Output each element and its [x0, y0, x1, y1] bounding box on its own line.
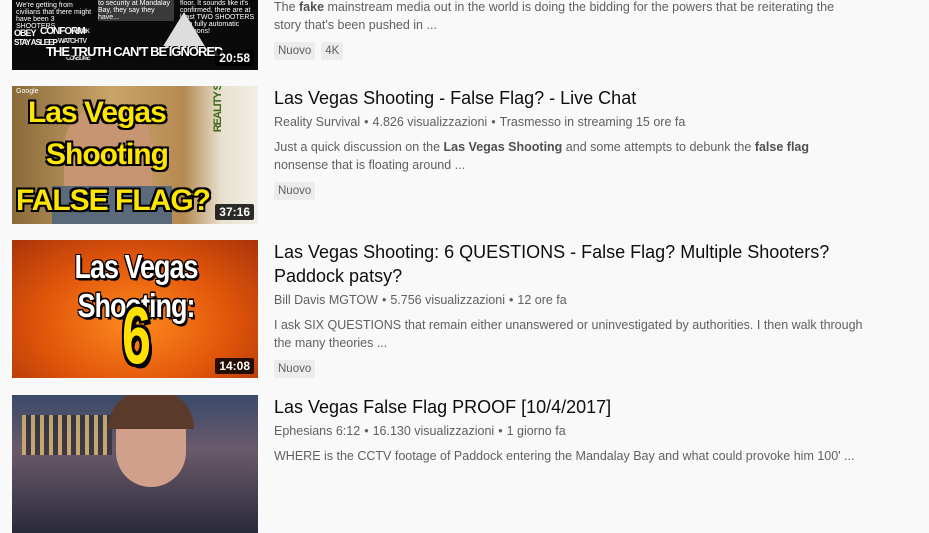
channel-name[interactable]: Ephesians 6:12	[274, 424, 360, 438]
description-text: WHERE is the CCTV footage of Paddock ent…	[274, 449, 855, 463]
video-info: Las Vegas Shooting - False Flag? - Live …	[274, 86, 874, 224]
description-text: The	[274, 0, 300, 14]
description-text: mainstream media out in the world is doi…	[274, 0, 835, 32]
separator-dot: •	[364, 115, 369, 129]
person-hair	[108, 395, 194, 429]
new-badge: Nuovo	[274, 182, 316, 200]
video-result[interactable]: Las Vegas Shooting: 6 QUESTIONS 14:08 La…	[12, 240, 912, 378]
thumbnail-title-line: Las Vegas	[28, 96, 167, 129]
video-thumbnail[interactable]: Las Vegas Shooting: 6 QUESTIONS 14:08	[12, 240, 258, 378]
upload-age: Trasmesso in streaming 15 ore fa	[499, 115, 686, 129]
description-text: I ask SIX QUESTIONS that remain either u…	[274, 318, 863, 350]
video-meta: Bill Davis MGTOW • 5.756 visualizzazioni • 1…	[274, 292, 874, 308]
highlighted-term: false flag	[754, 140, 809, 154]
video-title[interactable]: Las Vegas Shooting: 6 QUESTIONS - False …	[274, 240, 874, 288]
badge-row: Nuovo 4K	[274, 42, 874, 60]
video-thumbnail[interactable]: We're getting from civilians that there …	[12, 0, 258, 70]
building-lights	[22, 415, 112, 455]
triangle-logo	[162, 12, 206, 48]
video-title[interactable]: Las Vegas False Flag PROOF [10/4/2017]	[274, 395, 874, 419]
highlighted-term: Las Vegas Shooting	[443, 140, 563, 154]
video-result[interactable]: We're getting from civilians that there …	[12, 0, 912, 70]
video-description: Just a quick discussion on the Las Vegas…	[274, 138, 864, 174]
view-count: 16.130 visualizzazioni	[372, 424, 495, 438]
thumbnail-banner: THE TRUTH CAN'T BE IGNORED	[46, 44, 223, 59]
thumbnail-word: OBEY	[14, 28, 36, 38]
upload-age: 1 giorno fa	[506, 424, 566, 438]
video-info: Las Vegas False Flag PROOF [10/4/2017] E…	[274, 395, 874, 533]
badge-row: Nuovo	[274, 360, 874, 378]
view-count: 4.826 visualizzazioni	[372, 115, 488, 129]
new-badge: Nuovo	[274, 42, 316, 60]
channel-name[interactable]: Bill Davis MGTOW	[274, 293, 378, 307]
video-result[interactable]: Las Vegas False Flag PROOF [10/4/2017] E…	[12, 395, 912, 533]
video-title[interactable]: Las Vegas Shooting - False Flag? - Live …	[274, 86, 874, 110]
highlighted-term: fake	[299, 0, 325, 14]
video-info: Las Vegas Shooting: 6 QUESTIONS - False …	[274, 240, 874, 378]
video-meta: Reality Survival • 4.826 visualizzazioni • T…	[274, 114, 874, 130]
description-text: and some attempts to debunk the	[562, 140, 755, 154]
description-text: Just a quick discussion on the	[274, 140, 444, 154]
video-result[interactable]: Google Las Vegas Shooting FALSE FLAG? RE…	[12, 86, 912, 224]
channel-name[interactable]: Reality Survival	[274, 115, 360, 129]
video-duration: 14:08	[215, 358, 254, 374]
separator-dot: •	[381, 293, 387, 307]
badge-row: Nuovo	[274, 182, 874, 200]
thumbnail-word: WORK	[74, 29, 90, 35]
video-meta: Ephesians 6:12 • 16.130 visualizzazioni • 1 …	[274, 423, 874, 439]
video-description: The fake mainstream media out in the wor…	[274, 0, 864, 34]
thumbnail-corner-text: Google	[16, 88, 39, 95]
thumbnail-title-line: Shooting	[46, 138, 169, 171]
upload-age: 12 ore fa	[517, 293, 567, 307]
separator-dot: •	[498, 424, 503, 438]
video-thumbnail[interactable]	[12, 395, 258, 533]
video-info: The fake mainstream media out in the wor…	[274, 0, 874, 70]
new-badge: Nuovo	[274, 360, 316, 378]
video-description: I ask SIX QUESTIONS that remain either u…	[274, 316, 864, 352]
description-text: nonsense that is floating around ...	[274, 158, 466, 172]
view-count: 5.756 visualizzazioni	[390, 293, 505, 307]
video-duration: 37:16	[215, 204, 254, 220]
separator-dot: •	[508, 293, 514, 307]
separator-dot: •	[491, 115, 496, 129]
video-duration: 20:58	[215, 50, 254, 66]
4k-badge: 4K	[321, 42, 344, 60]
separator-dot: •	[364, 424, 369, 438]
channel-side-logo: REALITY SURVIVAL	[212, 86, 224, 133]
thumbnail-title-line: FALSE FLAG?	[16, 184, 211, 217]
video-thumbnail[interactable]: Google Las Vegas Shooting FALSE FLAG? RE…	[12, 86, 258, 224]
